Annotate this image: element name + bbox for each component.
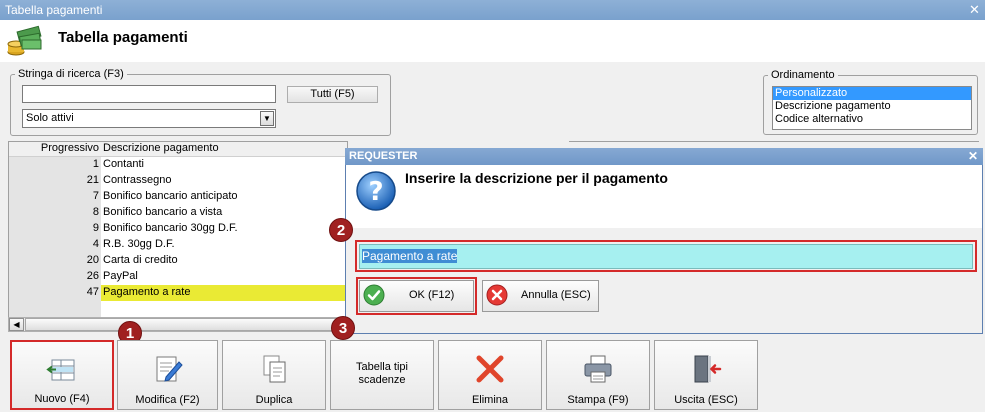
table-row[interactable]: 20 Carta di credito	[9, 253, 347, 269]
printer-icon	[584, 355, 612, 383]
column-header-description[interactable]: Descrizione pagamento	[101, 142, 347, 156]
window-title: Tabella pagamenti	[5, 3, 103, 17]
print-button-label: Stampa (F9)	[567, 394, 629, 406]
dialog-close-icon[interactable]: ✕	[966, 149, 980, 163]
cell-description: R.B. 30gg D.F.	[103, 238, 175, 250]
cell-description: Bonifico bancario anticipato	[103, 190, 238, 202]
cancel-icon	[486, 284, 508, 306]
duplicate-icon	[263, 355, 286, 383]
all-button[interactable]: Tutti (F5)	[287, 86, 378, 103]
exit-button-label: Uscita (ESC)	[674, 394, 738, 406]
check-icon	[363, 284, 385, 306]
grid-header-extension	[569, 141, 979, 145]
dialog-prompt: Inserire la descrizione per il pagamento	[405, 170, 668, 186]
description-input[interactable]: Pagamento a rate	[359, 244, 973, 269]
svg-text:?: ?	[368, 177, 383, 207]
step-badge-3: 3	[331, 316, 355, 340]
due-types-label-line1: Tabella tipi	[356, 361, 408, 373]
page-title: Tabella pagamenti	[58, 29, 188, 46]
scroll-left-icon[interactable]: ◀	[9, 318, 24, 331]
question-icon: ?	[356, 171, 396, 211]
table-row[interactable]: 26 PayPal	[9, 269, 347, 285]
table-row[interactable]: 1 Contanti	[9, 157, 347, 173]
step-badge-2: 2	[329, 218, 353, 242]
cell-description: PayPal	[103, 270, 138, 282]
cell-progressive: 26	[9, 269, 101, 285]
order-list: Personalizzato Descrizione pagamento Cod…	[772, 86, 972, 130]
cell-progressive: 9	[9, 221, 101, 237]
exit-button[interactable]: Uscita (ESC)	[654, 340, 758, 410]
cell-description: Bonifico bancario 30gg D.F.	[103, 222, 238, 234]
description-input-value: Pagamento a rate	[362, 249, 458, 263]
order-item-alt-code[interactable]: Codice alternativo	[773, 113, 971, 126]
cell-progressive: 8	[9, 205, 101, 221]
grid-empty-row	[9, 300, 101, 317]
chevron-down-icon[interactable]: ▼	[260, 111, 274, 126]
grid-header: Progressivo Descrizione pagamento	[9, 142, 347, 157]
table-row[interactable]: 7 Bonifico bancario anticipato	[9, 189, 347, 205]
filter-select[interactable]: Solo attivi	[22, 109, 276, 128]
new-button[interactable]: Nuovo (F4)	[10, 340, 114, 410]
cell-progressive: 7	[9, 189, 101, 205]
duplicate-button-label: Duplica	[255, 394, 293, 406]
search-group-label: Stringa di ricerca (F3)	[15, 68, 127, 80]
cell-progressive: 21	[9, 173, 101, 189]
delete-button-label: Elimina	[471, 394, 509, 406]
cell-description: Carta di credito	[103, 254, 178, 266]
column-header-progressive[interactable]: Progressivo	[9, 142, 101, 156]
due-types-label-line2: scadenze	[358, 374, 406, 386]
due-types-button-label: Tabella tipi scadenze	[331, 361, 433, 387]
delete-button[interactable]: Elimina	[438, 340, 542, 410]
cell-description: Contrassegno	[103, 174, 172, 186]
cell-description: Contanti	[103, 158, 144, 170]
order-group-label: Ordinamento	[768, 69, 838, 81]
cancel-button-label: Annulla (ESC)	[521, 289, 591, 301]
cell-progressive: 47	[9, 285, 101, 301]
edit-button-label: Modifica (F2)	[135, 394, 200, 406]
cell-progressive: 4	[9, 237, 101, 253]
dialog-title: REQUESTER	[345, 148, 983, 165]
window-close-icon[interactable]: ✕	[968, 3, 981, 16]
cell-description: Pagamento a rate	[101, 285, 347, 301]
cell-description: Bonifico bancario a vista	[103, 206, 223, 218]
window-titlebar: Tabella pagamenti	[0, 0, 985, 20]
ok-button-label: OK (F12)	[409, 289, 455, 301]
print-button[interactable]: Stampa (F9)	[546, 340, 650, 410]
money-stack-icon	[7, 25, 42, 56]
table-row[interactable]: 8 Bonifico bancario a vista	[9, 205, 347, 221]
table-row[interactable]: 4 R.B. 30gg D.F.	[9, 237, 347, 253]
edit-button[interactable]: Modifica (F2)	[117, 340, 218, 410]
delete-x-icon	[476, 355, 504, 383]
scrollbar-thumb[interactable]	[25, 318, 345, 331]
new-button-label: Nuovo (F4)	[34, 393, 90, 405]
edit-icon	[156, 356, 183, 382]
due-types-button[interactable]: Tabella tipi scadenze	[330, 340, 434, 410]
table-row[interactable]: 21 Contrassegno	[9, 173, 347, 189]
order-item-custom[interactable]: Personalizzato	[773, 87, 971, 100]
duplicate-button[interactable]: Duplica	[222, 340, 326, 410]
new-row-icon	[46, 359, 75, 381]
table-row-selected[interactable]: 47 Pagamento a rate	[9, 285, 347, 301]
cell-progressive: 20	[9, 253, 101, 269]
table-row[interactable]: 9 Bonifico bancario 30gg D.F.	[9, 221, 347, 237]
search-input[interactable]	[22, 85, 276, 103]
cell-progressive: 1	[9, 157, 101, 173]
order-item-description[interactable]: Descrizione pagamento	[773, 100, 971, 113]
exit-door-icon	[694, 355, 722, 383]
